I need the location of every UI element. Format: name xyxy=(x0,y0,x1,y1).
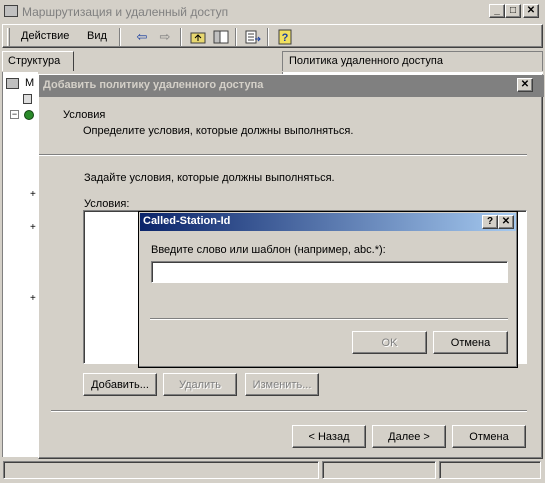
tree-expand-toggle[interactable]: + xyxy=(30,222,36,233)
tab-structure[interactable]: Структура xyxy=(2,51,74,71)
wizard-cancel-button[interactable]: Отмена xyxy=(452,425,526,448)
edit-condition-button[interactable]: Изменить... xyxy=(245,373,319,396)
conditions-label: Условия: xyxy=(84,198,130,210)
right-pane-header: Политика удаленного доступа xyxy=(282,51,543,71)
status-cell xyxy=(439,461,541,479)
help-icon[interactable]: ? xyxy=(276,28,294,46)
wizard-header-divider xyxy=(39,154,527,156)
tree-node-icon xyxy=(23,94,32,104)
tab-structure-label: Структура xyxy=(8,55,61,67)
add-condition-button[interactable]: Добавить... xyxy=(83,373,157,396)
menu-toolbar: Действие Вид ⇦ ⇨ ? xyxy=(2,24,543,48)
wizard-header-subtitle: Определите условия, которые должны выпол… xyxy=(83,125,354,137)
svg-text:?: ? xyxy=(282,32,289,44)
menu-action[interactable]: Действие xyxy=(21,30,69,42)
wizard-close-button[interactable]: ✕ xyxy=(517,78,533,92)
forward-arrow-icon[interactable]: ⇨ xyxy=(156,28,174,46)
toolbar-separator xyxy=(267,28,269,46)
toolbar-separator xyxy=(235,28,237,46)
wizard-titlebar: Добавить политику удаленного доступа ✕ xyxy=(39,75,544,97)
tree-panel[interactable]: М − + + + xyxy=(2,72,38,457)
dialog-title: Called-Station-Id xyxy=(143,215,231,227)
status-cell xyxy=(322,461,436,479)
tree-expand-toggle[interactable]: + xyxy=(30,293,36,304)
tree-root-icon xyxy=(6,78,19,89)
status-bar xyxy=(2,459,543,481)
wizard-title: Добавить политику удаленного доступа xyxy=(43,79,264,91)
dialog-divider xyxy=(150,318,508,320)
tree-collapse-toggle[interactable]: − xyxy=(10,110,19,119)
dialog-ok-button[interactable]: OK xyxy=(352,331,427,354)
toolbar-separator xyxy=(180,28,182,46)
toolbar-grip xyxy=(7,28,10,46)
dialog-help-button[interactable]: ? xyxy=(482,215,498,229)
dialog-titlebar: Called-Station-Id ? ✕ xyxy=(140,213,516,231)
tree-root-label: М xyxy=(25,77,35,89)
export-list-icon[interactable] xyxy=(244,28,262,46)
right-pane-title: Политика удаленного доступа xyxy=(289,55,443,67)
wizard-header-title: Условия xyxy=(63,109,106,121)
tree-expand-toggle[interactable]: + xyxy=(30,189,36,200)
close-button[interactable]: ✕ xyxy=(523,4,539,18)
show-hide-tree-icon[interactable] xyxy=(212,28,230,46)
main-window-titlebar: Маршрутизация и удаленный доступ _ □ ✕ xyxy=(0,0,545,24)
minimize-button[interactable]: _ xyxy=(489,4,505,18)
main-window-title: Маршрутизация и удаленный доступ xyxy=(22,5,229,19)
app-icon xyxy=(4,5,18,17)
next-button[interactable]: Далее > xyxy=(372,425,446,448)
tree-node-icon xyxy=(24,110,34,120)
maximize-button[interactable]: □ xyxy=(505,4,521,18)
wizard-instruction: Задайте условия, которые должны выполнят… xyxy=(84,172,335,184)
up-folder-icon[interactable] xyxy=(189,28,207,46)
remove-condition-button[interactable]: Удалить xyxy=(163,373,237,396)
dialog-cancel-button[interactable]: Отмена xyxy=(433,331,508,354)
dialog-prompt: Введите слово или шаблон (например, abc.… xyxy=(151,244,386,256)
menu-view[interactable]: Вид xyxy=(87,30,107,42)
called-station-id-dialog: Called-Station-Id ? ✕ Введите слово или … xyxy=(138,211,518,368)
wizard-footer-divider xyxy=(51,410,527,412)
back-button[interactable]: < Назад xyxy=(292,425,366,448)
back-arrow-icon[interactable]: ⇦ xyxy=(133,28,151,46)
dialog-close-button[interactable]: ✕ xyxy=(498,215,514,229)
status-cell xyxy=(3,461,319,479)
pattern-input[interactable] xyxy=(151,261,508,283)
toolbar-separator xyxy=(119,28,121,46)
